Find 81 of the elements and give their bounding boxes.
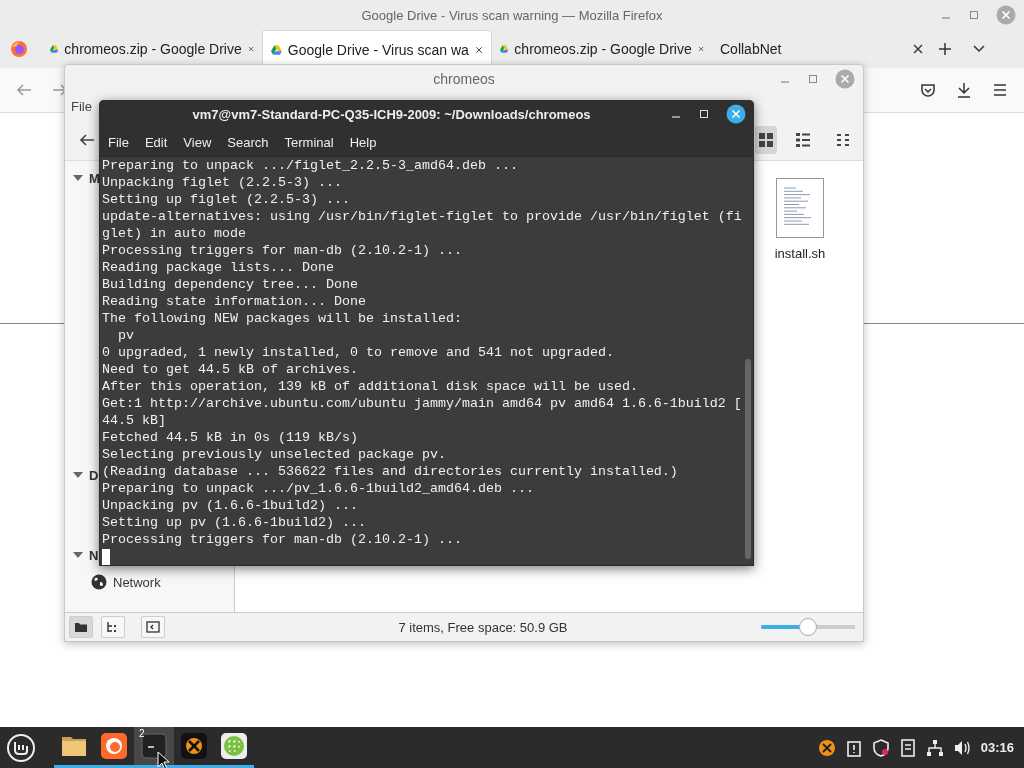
status-text: 7 items, Free space: 50.9 GB: [397, 619, 569, 635]
terminal-line: 0 upgraded, 1 newly installed, 0 to remove and 541 not upgraded.: [102, 344, 615, 361]
terminal-line: After this operation, 139 kB of additional disk space will be used.: [102, 378, 639, 395]
tree-button[interactable]: [101, 616, 125, 638]
clock[interactable]: 03:16: [980, 740, 1014, 755]
back-icon[interactable]: [79, 132, 95, 148]
menu-icon[interactable]: [992, 82, 1008, 98]
folder-icon: [74, 621, 88, 633]
terminal-icon: [139, 731, 169, 761]
terminal-line: Unpacking figlet (2.2.5-3) ...: [102, 174, 343, 191]
section-heading: D: [89, 467, 99, 483]
expander-icon[interactable]: [73, 470, 83, 480]
icon-view-button[interactable]: [755, 126, 777, 154]
close-icon[interactable]: [912, 43, 924, 55]
places-button[interactable]: [69, 616, 93, 638]
document-tile[interactable]: install.sh: [765, 178, 835, 261]
terminal-line: Get:1 http://archive.ubuntu.com/ubuntu jammy/main amd64 pv amd64 1.6.6-1build2 [: [102, 395, 743, 412]
download-icon[interactable]: [956, 82, 972, 98]
terminal-line: The following NEW packages will be installed:: [102, 310, 463, 327]
menu-item[interactable]: Terminal: [276, 134, 342, 150]
expander-icon[interactable]: [73, 550, 83, 560]
menu-item[interactable]: View: [175, 134, 220, 150]
browser-tab[interactable]: chromeos.zip - Google Drive: [492, 30, 712, 68]
terminal-line: Preparing to unpack .../pv_1.6.6-1build2_amd64.deb ...: [102, 480, 535, 497]
network-icon[interactable]: [925, 738, 944, 757]
section-heading: N: [89, 547, 99, 563]
sidebar-toggle-button[interactable]: [141, 616, 165, 638]
terminal-line: Building dependency tree... Done: [102, 276, 359, 293]
terminal-line: Selecting previously unselected package pv.: [102, 446, 447, 463]
expander-icon[interactable]: [73, 173, 83, 183]
sidebar-item[interactable]: Network: [65, 572, 234, 592]
section-heading: M: [89, 170, 100, 186]
mouse-pointer-icon: [157, 751, 171, 768]
terminal-line: Processing triggers for man-db (2.10.2-1) ...: [102, 242, 463, 259]
terminal-line: Processing triggers for man-db (2.10.2-1) ...: [102, 531, 463, 548]
terminal-line: Setting up pv (1.6.6-1build2) ...: [102, 514, 367, 531]
x-circle-icon[interactable]: [817, 738, 836, 757]
menu-item[interactable]: File: [100, 134, 137, 150]
grid-app-icon: [219, 731, 249, 761]
firefox-logo-icon[interactable]: [10, 40, 28, 58]
shield-icon[interactable]: [871, 738, 890, 757]
pocket-icon[interactable]: [920, 82, 936, 98]
compact-view-icon: [835, 132, 851, 148]
menu-item[interactable]: File: [71, 98, 92, 114]
taskbar-button[interactable]: 2: [134, 727, 174, 768]
terminal-line: Need to get 44.5 kB of archives.: [102, 361, 359, 378]
terminal-line: Unpacking pv (1.6.6-1build2) ...: [102, 497, 359, 514]
menu-item[interactable]: Help: [341, 134, 385, 150]
scrollbar-thumb[interactable]: [745, 359, 751, 559]
terminal-line: Fetched 44.5 kB in 0s (119 kB/s): [102, 429, 359, 446]
terminal-line: Setting up figlet (2.2.5-3) ...: [102, 191, 351, 208]
window-title: vm7@vm7-Standard-PC-Q35-ICH9-2009: ~/Downloads/chromeos: [192, 106, 592, 122]
window-title: Google Drive - Virus scan warning — Mozilla Firefox: [361, 7, 663, 23]
list-view-icon: [795, 132, 811, 148]
browser-tab[interactable]: CollabNet: [712, 30, 932, 68]
close-button[interactable]: [726, 104, 746, 124]
notes-icon[interactable]: [898, 738, 917, 757]
terminal-line: Reading state information... Done: [102, 293, 367, 310]
browser-tab[interactable]: chromeos.zip - Google Drive: [42, 30, 262, 68]
clipboard-icon[interactable]: [844, 738, 863, 757]
terminal-line: Reading package lists... Done: [102, 259, 335, 276]
mint-menu-icon[interactable]: [6, 732, 36, 763]
menu-item[interactable]: Search: [219, 134, 277, 150]
terminal-line: (Reading database ... 536622 files and directories currently installed.): [102, 463, 679, 480]
icons-view-icon: [758, 132, 774, 148]
window-count-label: 2: [139, 728, 145, 739]
firefox-logo-icon: [99, 731, 129, 761]
terminal-line: 44.5 kB]: [102, 412, 167, 429]
menu-item[interactable]: Edit: [136, 134, 176, 150]
maximize-button[interactable]: [698, 108, 710, 120]
terminal-line: pv: [117, 327, 135, 344]
terminal-line: Preparing to unpack .../figlet_2.2.5-3_amd64.deb ...: [102, 157, 519, 174]
sidebar-toggle-icon: [146, 621, 160, 633]
window-title: chromeos: [433, 70, 495, 87]
text-cursor: [102, 549, 110, 565]
globe-icon: [91, 574, 107, 590]
terminal-line: glet) in auto mode: [102, 225, 247, 242]
slider-thumb[interactable]: [799, 618, 817, 636]
terminal-line: update-alternatives: using /usr/bin/figlet-figlet to provide /usr/bin/figlet (fi: [102, 208, 743, 225]
new-tab-icon[interactable]: [938, 42, 952, 56]
document-icon: [776, 178, 824, 238]
